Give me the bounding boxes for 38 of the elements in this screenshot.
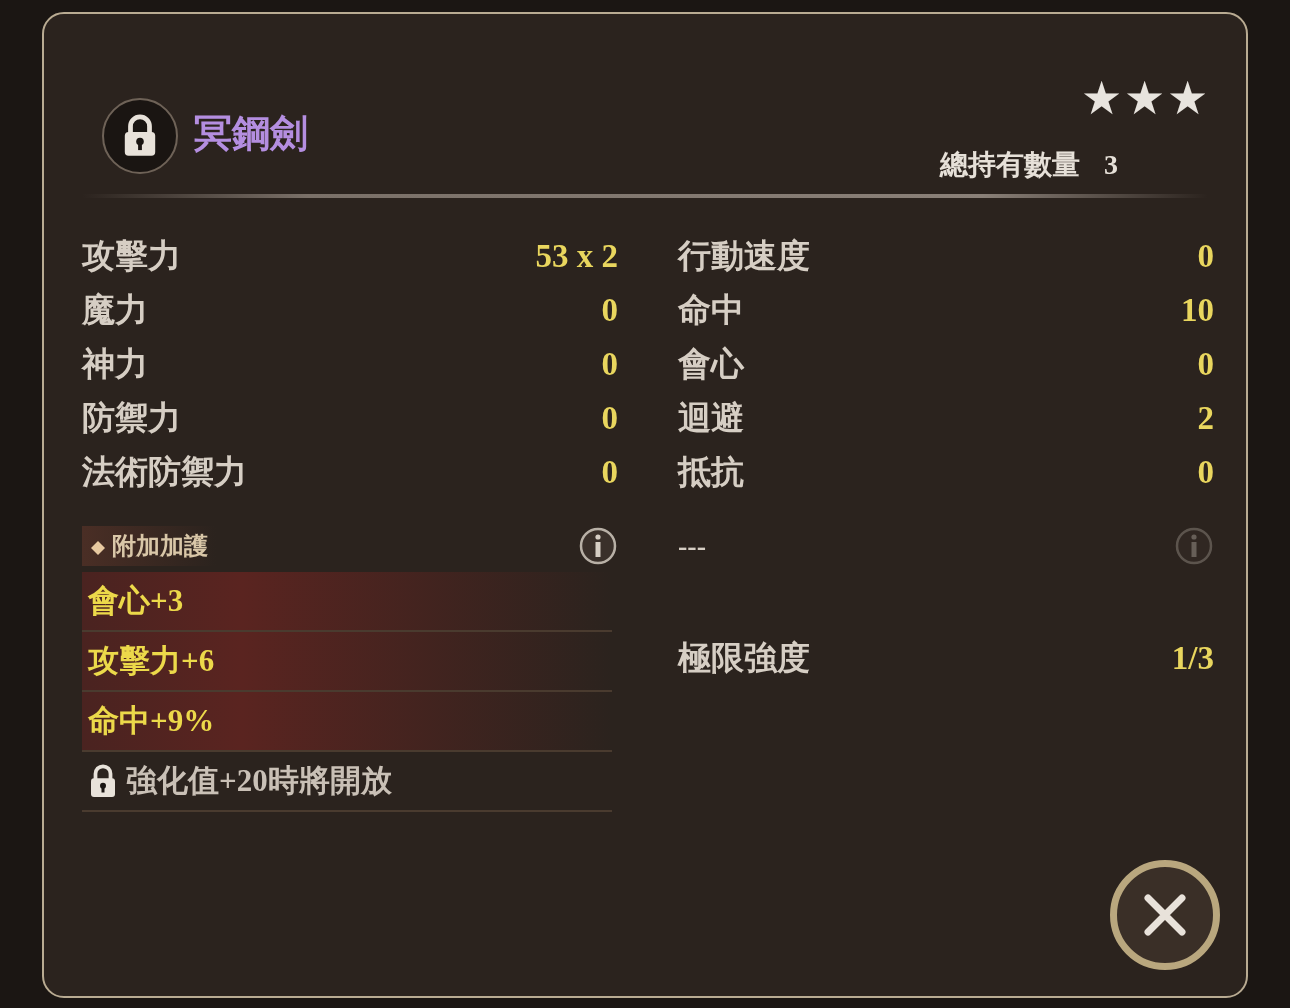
locked-bonus-text: 強化值+20時將開放: [126, 761, 392, 800]
bonus-row: 攻擊力+6: [82, 632, 612, 692]
lock-icon: [88, 763, 118, 799]
stat-label: 攻擊力: [82, 237, 181, 277]
stat-value: 10: [1181, 291, 1214, 331]
star-icon: ★: [1124, 76, 1165, 122]
stat-value: 0: [1197, 237, 1214, 277]
stat-value: 0: [1197, 345, 1214, 385]
stat-label: 迴避: [678, 399, 744, 439]
close-icon: [1142, 892, 1188, 938]
diamond-icon: [90, 540, 106, 557]
stat-value: 2: [1197, 399, 1214, 439]
info-icon[interactable]: [578, 526, 618, 566]
limit-value: 1/3: [1171, 639, 1214, 679]
stat-value: 0: [601, 399, 618, 439]
stat-label: 命中: [678, 291, 744, 331]
stat-value: 0: [1197, 453, 1214, 493]
section-title: ---: [678, 529, 706, 563]
stat-value: 53 x 2: [535, 237, 618, 277]
stat-label: 行動速度: [678, 237, 810, 277]
stat-label: 會心: [678, 345, 744, 385]
stat-label: 魔力: [82, 291, 148, 331]
stat-label: 神力: [82, 345, 148, 385]
stat-value: 0: [601, 345, 618, 385]
star-icon: ★: [1167, 76, 1208, 122]
star-icon: ★: [1081, 76, 1122, 122]
owned-count: 3: [1104, 149, 1118, 180]
stat-label: 抵抗: [678, 453, 744, 493]
stat-label: 法術防禦力: [82, 453, 247, 493]
stat-value: 0: [601, 453, 618, 493]
item-name: 冥鋼劍: [194, 111, 308, 156]
bonus-row: 命中+9%: [82, 692, 612, 752]
stat-label: 防禦力: [82, 399, 181, 439]
limit-label: 極限強度: [678, 639, 810, 679]
section-title: 附加加護: [112, 533, 208, 559]
owned-label: 總持有數量: [940, 149, 1080, 180]
bonus-row: 會心+3: [82, 572, 612, 632]
stat-value: 0: [601, 291, 618, 331]
